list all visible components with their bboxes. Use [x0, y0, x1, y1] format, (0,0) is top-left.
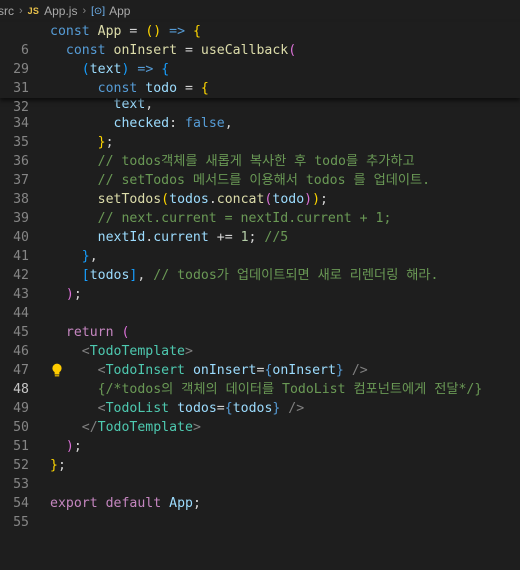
sticky-line[interactable]: 29 const onInsert = useCallback( — [0, 41, 520, 77]
chevron-right-icon: › — [82, 5, 87, 17]
code-line-active[interactable]: 48 <TodoInsert onInsert={onInsert} /> — [0, 361, 520, 397]
code-text: <TodoInsert onInsert={onInsert} /> — [97, 363, 368, 378]
breadcrumb: src › JS App.js › [⊙] App — [0, 0, 520, 22]
lightbulb-icon[interactable] — [51, 363, 63, 378]
code-text: (text) => { — [81, 62, 170, 77]
sticky-line[interactable]: 31 (text) => { — [0, 60, 520, 96]
code-text: ); — [65, 287, 82, 302]
code-text: export default App; — [50, 496, 201, 511]
code-text: [todos], // todos가 업데이트되면 새로 리렌더링 해라. — [81, 268, 439, 283]
line-number: 32 — [13, 100, 29, 115]
code-line[interactable]: 51 </TodoTemplate> — [0, 418, 520, 454]
code-text: const todo = { — [97, 81, 209, 96]
code-text: const App = () => { — [50, 24, 201, 39]
code-text: }, — [81, 249, 98, 264]
code-line[interactable]: 41 nextId.current += 1; //5 — [0, 228, 520, 264]
code-text: checked: false, — [113, 116, 233, 131]
code-text: return ( — [65, 325, 130, 340]
code-text: setTodos(todos.concat(todo)); — [97, 192, 328, 207]
code-line[interactable]: 40 // next.current = nextId.current + 1; — [0, 209, 520, 245]
breadcrumb-symbol[interactable]: App — [109, 4, 130, 18]
code-line[interactable]: 43 [todos], // todos가 업데이트되면 새로 리렌더링 해라. — [0, 266, 520, 302]
code-line[interactable]: 52 ); — [0, 437, 520, 473]
chevron-right-icon: › — [19, 5, 23, 17]
code-text: const onInsert = useCallback( — [65, 43, 297, 58]
code-text: <TodoList todos={todos} /> — [97, 401, 305, 416]
code-text: }; — [50, 458, 66, 473]
code-line[interactable]: 46 return ( — [0, 323, 520, 359]
code-line[interactable]: 44 ); — [0, 285, 520, 321]
code-line[interactable]: 38 // setTodos 메서드를 이용해서 todos 를 업데이트. — [0, 171, 520, 207]
code-text: <TodoTemplate> — [81, 344, 193, 359]
code-line[interactable]: 39 setTodos(todos.concat(todo)); — [0, 190, 520, 226]
sticky-scroll-header[interactable]: 6 const App = () => { 29 const onInsert … — [0, 22, 520, 115]
code-line[interactable]: 49 {/*todos의 객체의 데이터를 TodoList 컴포넌트에게 전달… — [0, 380, 520, 416]
code-text: </TodoTemplate> — [81, 420, 201, 435]
code-line[interactable]: 50 <TodoList todos={todos} /> — [0, 399, 520, 435]
code-line[interactable]: 36 }; — [0, 133, 520, 169]
code-line[interactable]: 53 }; — [0, 456, 520, 492]
breadcrumb-file[interactable]: App.js — [44, 4, 77, 18]
code-line[interactable]: 54 — [0, 475, 520, 511]
sticky-line[interactable]: 32 const todo = { — [0, 79, 520, 115]
sticky-line[interactable]: 6 const App = () => { — [0, 22, 520, 58]
code-line[interactable]: 35 checked: false, — [0, 114, 520, 150]
breadcrumb-folder[interactable]: src — [0, 4, 14, 18]
line-number: 55 — [13, 515, 29, 530]
code-text: nextId.current += 1; //5 — [97, 230, 289, 245]
code-text: {/*todos의 객체의 데이터를 TodoList 컴포넌트에게 전달*/} — [97, 382, 483, 397]
code-line[interactable]: 42 }, — [0, 247, 520, 283]
variable-symbol-icon: [⊙] — [91, 5, 106, 17]
code-text: // next.current = nextId.current + 1; — [97, 211, 392, 226]
js-file-icon: JS — [27, 6, 40, 16]
code-text: }; — [97, 135, 114, 150]
code-line[interactable]: 37 // todos객체를 새롭게 복사한 후 todo를 추가하고 — [0, 152, 520, 188]
code-text: ); — [65, 439, 82, 454]
code-line[interactable]: 45 — [0, 304, 520, 340]
code-line[interactable]: 55 export default App; — [0, 494, 520, 530]
code-line[interactable]: 47 <TodoTemplate> — [0, 342, 520, 378]
code-text: // setTodos 메서드를 이용해서 todos 를 업데이트. — [97, 173, 431, 188]
code-text: // todos객체를 새롭게 복사한 후 todo를 추가하고 — [97, 154, 415, 169]
